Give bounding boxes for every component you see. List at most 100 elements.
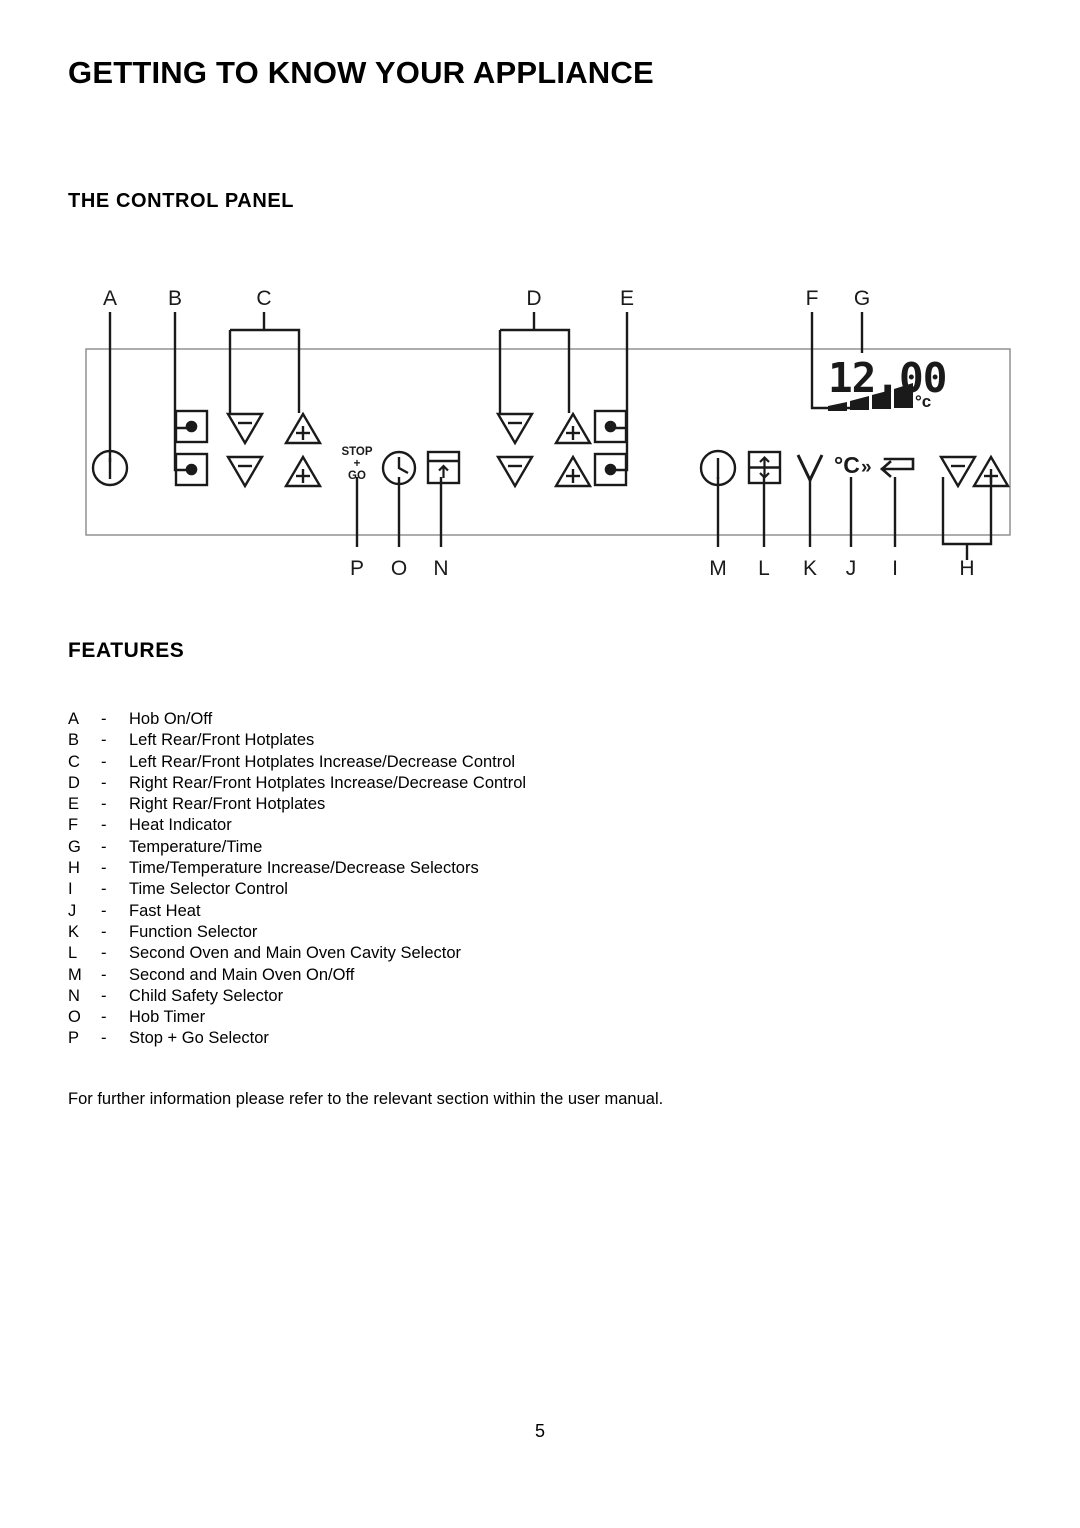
lcd-unit: °c [915, 392, 931, 411]
feature-key: A [68, 710, 80, 728]
feature-row: A - Hob On/Off [68, 710, 968, 731]
leader-line-b [173, 312, 192, 472]
feature-row: M - Second and Main Oven On/Off [68, 966, 968, 987]
feature-description: Stop + Go Selector [129, 1029, 269, 1048]
hotplate-left-rear-icon [174, 409, 209, 444]
feature-dash: - [101, 880, 107, 899]
diagram-label-h: H [959, 557, 974, 580]
feature-row: N - Child Safety Selector [68, 987, 968, 1008]
feature-row: H - Time/Temperature Increase/Decrease Sel… [68, 859, 968, 880]
bracket-c [228, 328, 301, 413]
diagram-label-g: G [854, 287, 870, 310]
stop-go-line3: GO [348, 470, 366, 482]
feature-dash: - [101, 859, 107, 878]
feature-key: G [68, 837, 81, 856]
feature-row: C - Left Rear/Front Hotplates Increase/Dec… [68, 753, 968, 774]
time-return-icon [880, 457, 915, 478]
svg-text:°C: °C [834, 452, 860, 478]
feature-dash: - [101, 837, 107, 856]
feature-key: C [68, 752, 80, 771]
right-front-increase-icon [553, 454, 593, 488]
feature-description: Time/Temperature Increase/Decrease Selec… [129, 859, 479, 878]
fast-heat-icon: °C » [834, 452, 872, 478]
feature-dash: - [101, 1008, 107, 1027]
diagram-label-o: O [391, 557, 407, 580]
diagram-label-p: P [350, 557, 364, 580]
feature-dash: - [101, 816, 107, 835]
feature-description: Hob On/Off [129, 710, 213, 728]
feature-row: F - Heat Indicator [68, 816, 968, 837]
child-lock-icon [426, 450, 461, 485]
feature-key: O [68, 1008, 81, 1027]
feature-row: O - Hob Timer [68, 1008, 968, 1029]
feature-row: I - Time Selector Control [68, 880, 968, 901]
stop-go-line2: + [354, 458, 361, 470]
manual-page: GETTING TO KNOW YOUR APPLIANCE THE CONTR… [0, 0, 1080, 1528]
feature-row: G - Temperature/Time [68, 838, 968, 859]
diagram-label-m: M [709, 557, 727, 580]
footnote-text: For further information please refer to … [68, 1090, 664, 1108]
feature-description: Temperature/Time [129, 837, 263, 856]
feature-row: D - Right Rear/Front Hotplates Increase/De… [68, 774, 968, 795]
feature-key: L [68, 944, 78, 963]
time-temp-increase-icon [971, 454, 1011, 488]
feature-dash: - [101, 922, 107, 941]
hotplate-right-rear-icon [593, 409, 628, 444]
feature-row: K - Function Selector [68, 923, 968, 944]
diagram-label-f: F [806, 287, 819, 310]
feature-description: Heat Indicator [129, 816, 232, 835]
feature-dash: - [101, 944, 107, 963]
feature-description: Right Rear/Front Hotplates Increase/Decr… [129, 773, 527, 792]
lcd-display: 12.00 °c [828, 354, 947, 411]
diagram-label-c: C [256, 287, 271, 310]
feature-description: Right Rear/Front Hotplates [129, 795, 326, 814]
feature-key: E [68, 795, 80, 814]
feature-key: F [68, 816, 79, 835]
feature-row: L - Second Oven and Main Oven Cavity Selec… [68, 944, 968, 965]
right-front-decrease-icon [495, 455, 535, 489]
feature-description: Hob Timer [129, 1008, 206, 1027]
diagram-label-n: N [433, 557, 448, 580]
feature-description: Child Safety Selector [129, 986, 284, 1005]
diagram-label-e: E [620, 287, 634, 310]
feature-dash: - [101, 710, 107, 728]
feature-dash: - [101, 986, 107, 1005]
diagram-label-a: A [103, 287, 117, 310]
feature-key: D [68, 773, 80, 792]
stop-go-icon: STOP + GO [341, 446, 372, 482]
stop-go-line1: STOP [341, 446, 372, 458]
diagram-label-d: D [526, 287, 541, 310]
diagram-label-b: B [168, 287, 182, 310]
right-rear-increase-icon [553, 411, 593, 445]
function-chevron-icon [796, 454, 824, 484]
feature-dash: - [101, 901, 107, 920]
feature-dash: - [101, 731, 107, 750]
diagram-label-l: L [758, 557, 770, 580]
section-heading-control-panel: THE CONTROL PANEL [68, 190, 295, 212]
feature-key: I [68, 880, 73, 899]
feature-key: B [68, 731, 80, 750]
feature-key: P [68, 1029, 80, 1048]
feature-key: N [68, 986, 80, 1005]
diagram-label-j: J [846, 557, 857, 580]
diagram-label-i: I [892, 557, 898, 580]
feature-description: Left Rear/Front Hotplates [129, 731, 315, 750]
left-front-decrease-icon [225, 455, 265, 489]
page-number: 5 [534, 1421, 545, 1441]
page-title: GETTING TO KNOW YOUR APPLIANCE [68, 55, 654, 90]
feature-key: M [68, 965, 82, 984]
left-rear-increase-icon [283, 411, 323, 445]
right-rear-decrease-icon [495, 412, 535, 446]
feature-key: J [68, 901, 77, 920]
svg-text:»: » [861, 457, 872, 478]
feature-description: Left Rear/Front Hotplates Increase/Decre… [129, 752, 516, 771]
feature-description: Function Selector [129, 922, 258, 941]
feature-dash: - [101, 965, 107, 984]
control-panel-diagram: °C » STOP + GO 12.00 °c A B C D E F G P … [0, 280, 1080, 600]
feature-row: J - Fast Heat [68, 902, 968, 923]
feature-dash: - [101, 1029, 107, 1048]
leader-line-e [610, 312, 629, 472]
feature-description: Second and Main Oven On/Off [129, 965, 355, 984]
section-heading-features: FEATURES [68, 639, 185, 662]
left-rear-decrease-icon [225, 412, 265, 446]
